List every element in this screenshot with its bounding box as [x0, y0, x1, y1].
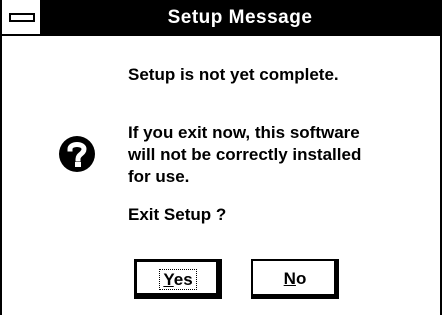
message-status: Setup is not yet complete.: [128, 65, 339, 84]
system-menu-button[interactable]: [2, 0, 42, 36]
yes-button[interactable]: Yes: [134, 259, 222, 299]
window-title: Setup Message: [167, 7, 313, 28]
yes-label: es: [173, 270, 193, 289]
title-bar: Setup Message: [2, 0, 440, 36]
no-label: o: [295, 269, 307, 288]
no-mnemonic: N: [283, 269, 296, 288]
setup-message-dialog: Setup Message Setup is not yet complete.…: [0, 0, 442, 315]
message-question: Exit Setup ?: [128, 205, 227, 224]
system-menu-icon: [9, 13, 35, 22]
message-warning: If you exit now, this software will not …: [128, 123, 362, 186]
focus-rectangle: Yes: [159, 269, 197, 290]
yes-mnemonic: Y: [163, 270, 174, 289]
no-button[interactable]: No: [251, 259, 339, 299]
question-icon: [59, 136, 95, 172]
